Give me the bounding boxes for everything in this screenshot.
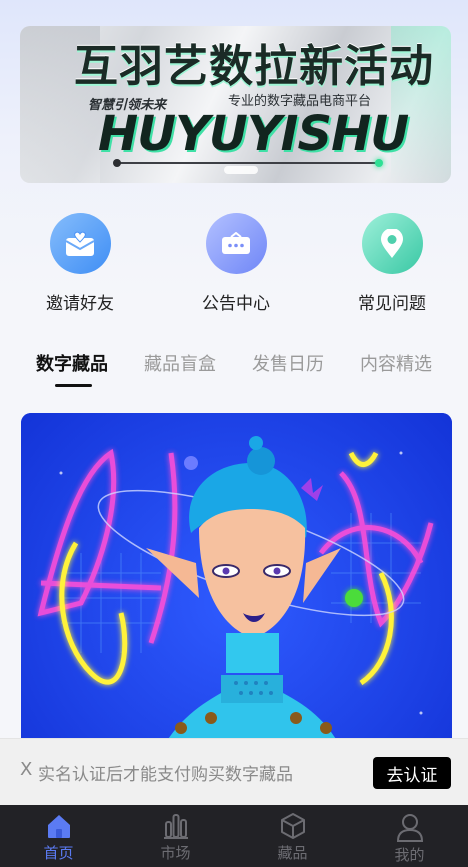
promo-banner[interactable]: 互羽艺数拉新活动 智慧引领未来 专业的数字藏品电商平台 HUYUYISHU xyxy=(20,26,451,183)
quick-menu-faq[interactable]: 常见问题 xyxy=(332,213,452,314)
user-icon xyxy=(396,814,423,842)
banner-dot-active xyxy=(375,159,383,167)
quick-menu-label: 常见问题 xyxy=(358,294,426,314)
nav-profile[interactable]: 我的 xyxy=(351,805,468,867)
carousel-indicator[interactable] xyxy=(224,166,258,174)
mail-heart-icon xyxy=(49,213,111,274)
tab-blind-box[interactable]: 藏品盲盒 xyxy=(144,350,216,376)
verify-button[interactable]: 去认证 xyxy=(373,757,451,789)
tab-digital-collectibles[interactable]: 数字藏品 xyxy=(36,350,108,376)
notice-text: 实名认证后才能支付购买数字藏品 xyxy=(38,765,293,785)
quick-menu-label: 邀请好友 xyxy=(46,294,114,314)
cube-icon xyxy=(280,813,305,839)
message-icon xyxy=(205,213,267,274)
nav-label: 藏品 xyxy=(277,844,308,862)
quick-menu-invite[interactable]: 邀请好友 xyxy=(20,213,140,314)
banner-title: 互羽艺数拉新活动 xyxy=(74,41,434,92)
tab-release-calendar[interactable]: 发售日历 xyxy=(252,350,324,376)
quick-menu-label: 公告中心 xyxy=(202,294,270,314)
banner-brand: HUYUYISHU xyxy=(98,106,409,162)
close-notice-button[interactable]: X xyxy=(20,759,32,780)
nav-label: 市场 xyxy=(160,844,191,862)
home-icon xyxy=(47,815,70,838)
nav-label: 我的 xyxy=(394,846,425,864)
nav-market[interactable]: 市场 xyxy=(117,805,234,867)
nav-collectibles[interactable]: 藏品 xyxy=(234,805,351,867)
verification-notice: X 实名认证后才能支付购买数字藏品 去认证 xyxy=(0,738,468,805)
banner-divider xyxy=(116,162,380,164)
location-pin-icon xyxy=(361,213,423,274)
quick-menu-announcements[interactable]: 公告中心 xyxy=(176,213,296,314)
nav-home[interactable]: 首页 xyxy=(0,805,117,867)
bottom-nav: 首页 市场 藏品 我的 xyxy=(0,805,468,867)
bar-chart-icon xyxy=(163,814,188,839)
banner-dot xyxy=(113,159,121,167)
tab-active-indicator xyxy=(55,384,92,387)
nav-label: 首页 xyxy=(43,844,74,862)
tab-featured-content[interactable]: 内容精选 xyxy=(360,350,432,376)
